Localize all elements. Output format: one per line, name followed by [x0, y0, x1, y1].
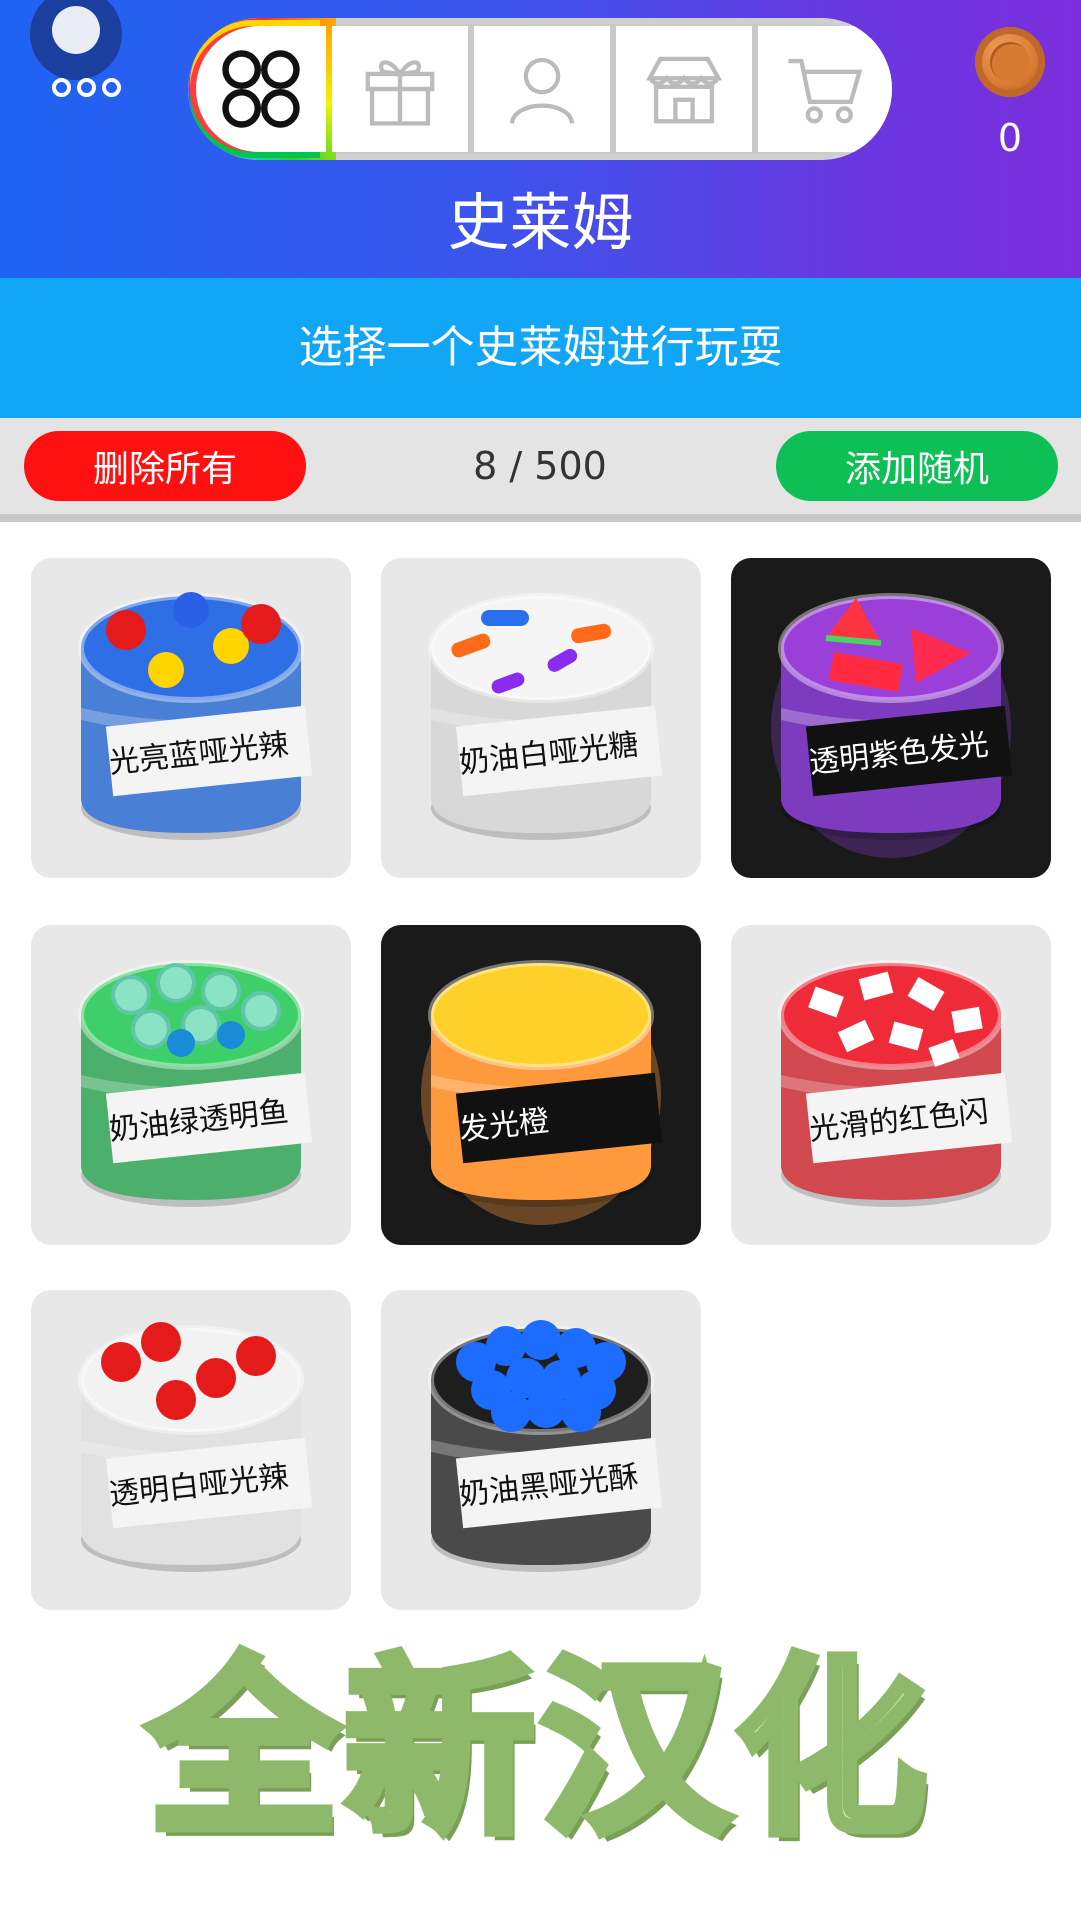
banner-text: 全新汉化	[144, 1635, 933, 1864]
slime-card[interactable]: 奶油黑哑光酥	[381, 1290, 701, 1610]
cart-icon	[788, 58, 863, 124]
tab-gifts[interactable]	[332, 26, 468, 152]
tab-cart[interactable]	[758, 26, 892, 152]
slime-jar-icon	[78, 592, 313, 840]
tab-slimes[interactable]	[196, 26, 326, 152]
grid-icon	[222, 50, 300, 128]
tab-shop[interactable]	[616, 26, 752, 152]
slime-card[interactable]: 透明白哑光辣	[31, 1290, 351, 1610]
menu-knob	[52, 6, 100, 54]
slime-jar-icon	[421, 960, 663, 1225]
gift-icon	[365, 60, 435, 126]
slime-card[interactable]: 透明紫色发光	[731, 558, 1051, 878]
profile-icon	[509, 57, 575, 124]
slime-jar-icon	[78, 1322, 313, 1572]
delete-all-button[interactable]: 删除所有	[24, 431, 306, 501]
slime-jar-icon	[778, 960, 1013, 1207]
slime-counter: 8 / 500	[473, 444, 607, 488]
coin-count: 0	[997, 116, 1023, 160]
tab-profile[interactable]	[474, 26, 610, 152]
slime-jar-icon	[428, 1320, 663, 1572]
coin-icon	[975, 27, 1045, 97]
slime-jar-icon	[771, 593, 1013, 858]
slime-card[interactable]: 奶油白哑光糖	[381, 558, 701, 878]
tab-bar	[188, 18, 892, 160]
more-dots-icon[interactable]	[52, 78, 121, 97]
shop-icon	[645, 56, 723, 124]
add-random-button[interactable]: 添加随机	[776, 431, 1058, 501]
page-title: 史莱姆	[447, 186, 634, 259]
slime-card[interactable]: 光亮蓝哑光辣	[31, 558, 351, 878]
subtitle: 选择一个史莱姆进行玩耍	[298, 322, 783, 373]
slime-card[interactable]: 光滑的红色闪	[731, 925, 1051, 1245]
slime-card[interactable]: 发光橙	[381, 925, 701, 1245]
slime-jar-icon	[78, 960, 313, 1207]
slime-jar-icon	[428, 593, 663, 840]
slime-card[interactable]: 奶油绿透明鱼	[31, 925, 351, 1245]
